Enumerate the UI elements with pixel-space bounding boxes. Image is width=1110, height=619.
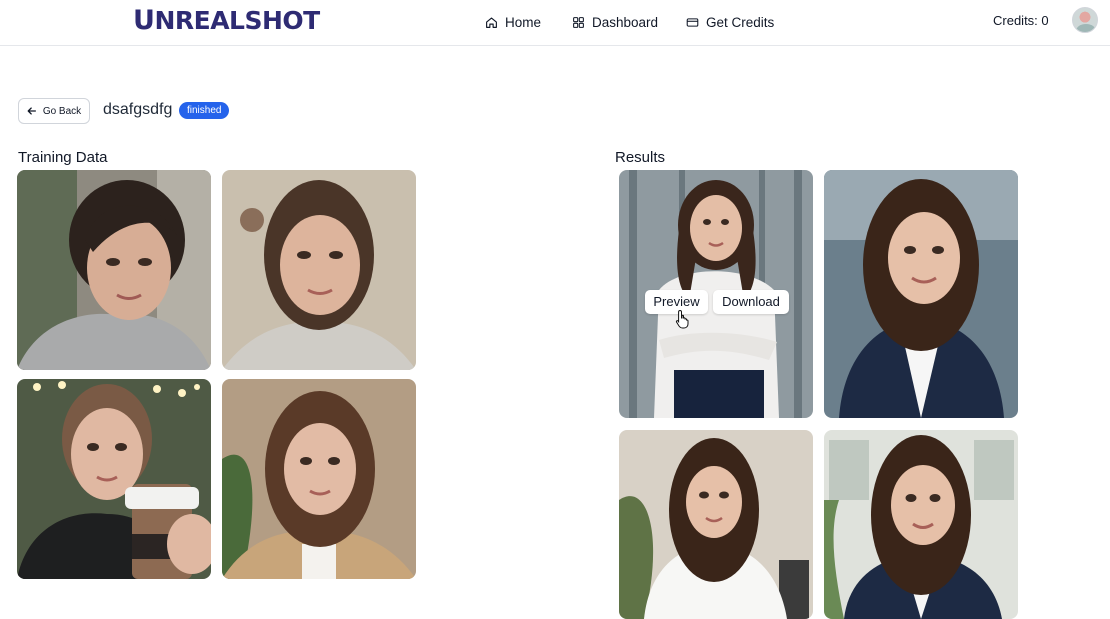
results-heading: Results bbox=[615, 149, 666, 166]
brand-logo[interactable]: UNREALSHOT bbox=[133, 7, 320, 35]
training-data-heading: Training Data bbox=[18, 149, 108, 166]
result-image-2[interactable] bbox=[824, 170, 1018, 418]
dashboard-icon bbox=[573, 16, 584, 28]
user-avatar[interactable] bbox=[1072, 7, 1098, 33]
nav-get-credits-link[interactable]: Get Credits bbox=[686, 13, 774, 31]
credits-count: Credits: 0 bbox=[993, 13, 1049, 28]
go-back-label: Go Back bbox=[42, 105, 82, 117]
nav-get-credits-label: Get Credits bbox=[706, 14, 775, 30]
training-image-4[interactable] bbox=[222, 379, 416, 579]
model-name: dsafgsdfg bbox=[103, 101, 173, 118]
arrow-left-icon bbox=[27, 107, 36, 115]
download-button[interactable]: Download bbox=[713, 290, 789, 314]
result-image-3[interactable] bbox=[619, 430, 813, 619]
status-badge: finished bbox=[179, 102, 230, 119]
go-back-button[interactable]: Go Back bbox=[18, 98, 90, 124]
nav-home-label: Home bbox=[505, 14, 542, 30]
training-image-1[interactable] bbox=[17, 170, 211, 370]
training-image-2[interactable] bbox=[222, 170, 416, 370]
training-image-3[interactable] bbox=[17, 379, 211, 579]
top-navbar: UNREALSHOT Home Dashboard Get Credits Cr… bbox=[0, 0, 1110, 46]
credit-card-icon bbox=[686, 17, 699, 27]
hand-cursor-icon bbox=[675, 309, 689, 329]
nav-dashboard-label: Dashboard bbox=[592, 14, 659, 30]
result-image-4[interactable] bbox=[824, 430, 1018, 619]
home-icon bbox=[486, 16, 497, 28]
nav-dashboard-link[interactable]: Dashboard bbox=[572, 13, 658, 31]
nav-home-link[interactable]: Home bbox=[485, 13, 541, 31]
